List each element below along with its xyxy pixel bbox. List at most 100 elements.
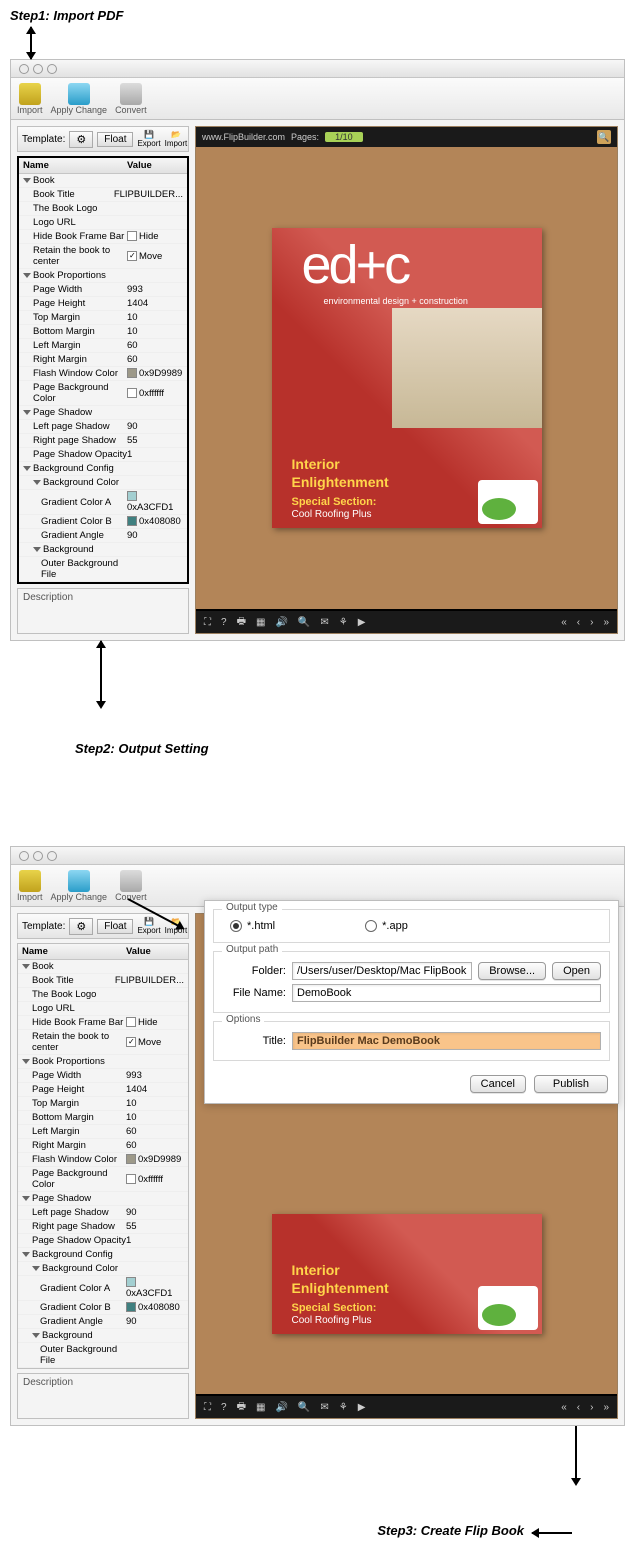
sound-icon-2[interactable]: 🔊 [275, 1402, 287, 1413]
property-row[interactable]: Retain the book to centerMove [19, 244, 187, 269]
filename-input[interactable]: DemoBook [292, 984, 601, 1002]
property-row[interactable]: Flash Window Color0x9D9989 [19, 367, 187, 381]
property-row[interactable]: Bottom Margin10 [18, 1111, 188, 1125]
property-row[interactable]: Page Shadow Opacity1 [18, 1234, 188, 1248]
preview-stage-2[interactable]: Interior Enlightenment Special Section: … [196, 1154, 617, 1394]
property-row[interactable]: Outer Background File [19, 557, 187, 582]
thumbnails-icon[interactable]: ▦ [256, 617, 265, 628]
open-button[interactable]: Open [552, 962, 601, 980]
apply-change-button-2[interactable]: Apply Change [51, 870, 108, 902]
zoom-dot[interactable] [47, 64, 57, 74]
property-row[interactable]: Book Proportions [18, 1055, 188, 1069]
property-row[interactable]: Book TitleFLIPBUILDER... [19, 188, 187, 202]
property-row[interactable]: Bottom Margin10 [19, 325, 187, 339]
property-row[interactable]: Background Config [18, 1248, 188, 1262]
autoplay-icon-2[interactable]: ▶ [358, 1402, 366, 1413]
title-input[interactable]: FlipBuilder Mac DemoBook [292, 1032, 601, 1050]
property-row[interactable]: Background [19, 543, 187, 557]
property-row[interactable]: Right page Shadow55 [18, 1220, 188, 1234]
fullscreen-icon-2[interactable]: ⛶ [204, 1402, 211, 1413]
property-row[interactable]: Page Height1404 [19, 297, 187, 311]
property-row[interactable]: Hide Book Frame BarHide [19, 230, 187, 244]
property-row[interactable]: Background Color [18, 1262, 188, 1276]
autoplay-icon[interactable]: ▶ [358, 617, 366, 628]
property-row[interactable]: Logo URL [19, 216, 187, 230]
zoom-dot-2[interactable] [47, 851, 57, 861]
property-row[interactable]: Left Margin60 [19, 339, 187, 353]
publish-button[interactable]: Publish [534, 1075, 608, 1093]
next-page-icon-2[interactable]: › [590, 1402, 593, 1413]
property-row[interactable]: Right page Shadow55 [19, 434, 187, 448]
export-button-2[interactable]: 💾Export [137, 917, 160, 935]
zoom-icon-2[interactable]: 🔍 [298, 1402, 310, 1413]
property-row[interactable]: Page Shadow Opacity1 [19, 448, 187, 462]
folder-input[interactable]: /Users/user/Desktop/Mac FlipBook [292, 962, 472, 980]
convert-button-2[interactable]: Convert [115, 870, 147, 902]
prev-page-icon[interactable]: ‹ [577, 617, 580, 628]
next-page-icon[interactable]: › [590, 617, 593, 628]
property-row[interactable]: Page Width993 [18, 1069, 188, 1083]
property-row[interactable]: Book TitleFLIPBUILDER... [18, 974, 188, 988]
print-icon[interactable]: 🖶 [237, 614, 246, 631]
property-row[interactable]: Book [19, 174, 187, 188]
sound-icon[interactable]: 🔊 [275, 617, 287, 628]
property-row[interactable]: Logo URL [18, 1002, 188, 1016]
property-row[interactable]: Background Color [19, 476, 187, 490]
property-row[interactable]: Left page Shadow90 [19, 420, 187, 434]
template-gear-button-2[interactable]: ⚙ [69, 918, 93, 935]
property-row[interactable]: Top Margin10 [18, 1097, 188, 1111]
preview-stage[interactable]: ed+c environmental design + construction… [196, 147, 617, 609]
properties-body[interactable]: BookBook TitleFLIPBUILDER...The Book Log… [19, 174, 187, 582]
share-icon-2[interactable]: ⚘ [339, 1402, 348, 1413]
property-row[interactable]: Right Margin60 [19, 353, 187, 367]
property-row[interactable]: Left Margin60 [18, 1125, 188, 1139]
template-gear-button[interactable]: ⚙ [69, 131, 93, 148]
convert-button[interactable]: Convert [115, 83, 147, 115]
prev-page-icon-2[interactable]: ‹ [577, 1402, 580, 1413]
property-row[interactable]: Flash Window Color0x9D9989 [18, 1153, 188, 1167]
property-row[interactable]: Page Shadow [18, 1192, 188, 1206]
first-page-icon-2[interactable]: « [561, 1402, 567, 1413]
last-page-icon[interactable]: » [603, 617, 609, 628]
property-row[interactable]: Retain the book to centerMove [18, 1030, 188, 1055]
last-page-icon-2[interactable]: » [603, 1402, 609, 1413]
property-row[interactable]: The Book Logo [18, 988, 188, 1002]
radio-app[interactable]: *.app [365, 920, 408, 932]
property-row[interactable]: Gradient Angle90 [19, 529, 187, 543]
property-row[interactable]: The Book Logo [19, 202, 187, 216]
property-row[interactable]: Page Background Color0xffffff [18, 1167, 188, 1192]
import-button[interactable]: Import [17, 83, 43, 115]
help-icon-2[interactable]: ? [221, 1402, 227, 1413]
properties-body-2[interactable]: BookBook TitleFLIPBUILDER...The Book Log… [18, 960, 188, 1368]
property-row[interactable]: Hide Book Frame BarHide [18, 1016, 188, 1030]
radio-html[interactable]: *.html [230, 920, 275, 932]
property-row[interactable]: Top Margin10 [19, 311, 187, 325]
minimize-dot-2[interactable] [33, 851, 43, 861]
zoom-icon[interactable]: 🔍 [298, 617, 310, 628]
property-row[interactable]: Background [18, 1329, 188, 1343]
property-row[interactable]: Background Config [19, 462, 187, 476]
property-row[interactable]: Page Shadow [19, 406, 187, 420]
browse-button[interactable]: Browse... [478, 962, 546, 980]
property-row[interactable]: Page Width993 [19, 283, 187, 297]
cancel-button[interactable]: Cancel [470, 1075, 526, 1093]
template-float-button-2[interactable]: Float [97, 919, 133, 934]
template-float-button[interactable]: Float [97, 132, 133, 147]
property-row[interactable]: Page Background Color0xffffff [19, 381, 187, 406]
import-button-2[interactable]: Import [17, 870, 43, 902]
close-dot[interactable] [19, 64, 29, 74]
property-row[interactable]: Right Margin60 [18, 1139, 188, 1153]
property-row[interactable]: Book Proportions [19, 269, 187, 283]
property-row[interactable]: Gradient Color A0xA3CFD1 [19, 490, 187, 515]
fullscreen-icon[interactable]: ⛶ [204, 617, 211, 628]
minimize-dot[interactable] [33, 64, 43, 74]
property-row[interactable]: Book [18, 960, 188, 974]
property-row[interactable]: Gradient Angle90 [18, 1315, 188, 1329]
apply-change-button[interactable]: Apply Change [51, 83, 108, 115]
export-button[interactable]: 💾Export [137, 130, 160, 148]
help-icon[interactable]: ? [221, 617, 227, 628]
property-row[interactable]: Left page Shadow90 [18, 1206, 188, 1220]
mail-icon-2[interactable]: ✉ [320, 1402, 328, 1413]
thumbnails-icon-2[interactable]: ▦ [256, 1402, 265, 1413]
property-row[interactable]: Gradient Color B0x408080 [18, 1301, 188, 1315]
